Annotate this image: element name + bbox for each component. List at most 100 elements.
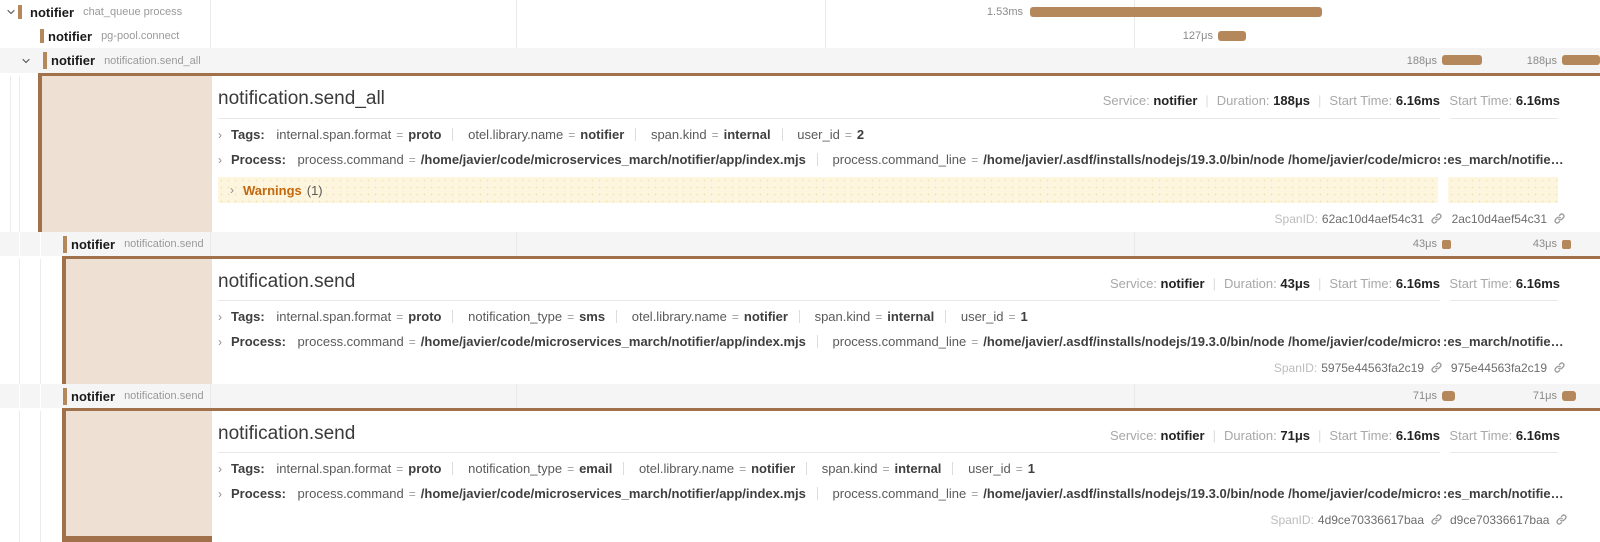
tags-accordion[interactable]: ›Tags: internal.span.format=proto notifi… — [218, 461, 1440, 480]
detail-indent-strip — [62, 411, 212, 542]
indent-guide — [40, 384, 41, 408]
grid-line — [210, 384, 211, 408]
detail-header-meta-duplicate: Start Time: 6.16ms — [1442, 93, 1560, 108]
trace-timeline-view: notifier chat_queue process 1.53ms notif… — [0, 0, 1600, 542]
detail-title: notification.send — [218, 271, 355, 293]
chevron-right-icon: › — [230, 183, 234, 197]
chevron-right-icon: › — [218, 310, 222, 324]
detail-title: notification.send_all — [218, 88, 385, 110]
span-duration-label-duplicate: 43μs — [1494, 232, 1557, 256]
operation-name: notification.send_all — [104, 55, 201, 67]
span-id: SpanID:5975e44563fa2c19 — [1000, 361, 1443, 375]
process-accordion[interactable]: ›Process: process.command=/home/javier/c… — [218, 334, 1440, 353]
chevron-down-icon[interactable] — [5, 6, 17, 18]
span-bar[interactable] — [1218, 31, 1246, 41]
indent-guide — [40, 232, 41, 256]
chevron-right-icon: › — [218, 153, 222, 167]
span-row-chat-queue-process[interactable]: notifier chat_queue process 1.53ms — [0, 0, 1600, 24]
indent-guide — [19, 384, 20, 408]
link-icon[interactable] — [1555, 513, 1568, 526]
process-accordion[interactable]: ›Process: process.command=/home/javier/c… — [218, 486, 1440, 505]
grid-line — [210, 232, 211, 256]
span-bar[interactable] — [1442, 391, 1455, 401]
chevron-right-icon: › — [218, 335, 222, 349]
detail-title: notification.send — [218, 423, 355, 445]
operation-name: notification.send — [124, 390, 204, 402]
span-bar-duplicate[interactable] — [1562, 240, 1571, 249]
detail-header-meta: Service: notifier|Duration: 188μs|Start … — [700, 93, 1440, 108]
service-color-chip — [40, 29, 44, 43]
detail-header-meta: Service: notifier|Duration: 43μs|Start T… — [700, 276, 1440, 291]
span-id: SpanID:4d9ce70336617baa — [1000, 513, 1443, 527]
process-accordion-duplicate: :es_march/notifie… — [1443, 152, 1568, 171]
span-row-notification-send-sms[interactable]: notifier notification.send 43μs 43μs — [0, 232, 1600, 256]
service-name: notifier — [48, 29, 92, 44]
operation-name: notification.send — [124, 238, 204, 250]
indent-guide — [40, 259, 41, 384]
service-color-chip — [43, 52, 47, 69]
indent-guide — [19, 411, 20, 542]
span-id: SpanID:62ac10d4aef54c31 — [1000, 212, 1443, 226]
chevron-right-icon: › — [218, 128, 222, 142]
grid-line — [516, 384, 517, 408]
indent-guide — [19, 232, 20, 256]
span-bar[interactable] — [1442, 240, 1451, 249]
span-duration-label-duplicate: 188μs — [1494, 48, 1557, 73]
link-icon[interactable] — [1553, 212, 1566, 225]
grid-line — [1134, 232, 1135, 256]
span-bar[interactable] — [1442, 55, 1482, 65]
chevron-down-icon[interactable] — [20, 55, 32, 67]
operation-name: chat_queue process — [83, 6, 182, 18]
span-row-notification-send-all[interactable]: notifier notification.send_all 188μs 188… — [0, 48, 1600, 73]
tags-accordion[interactable]: ›Tags: internal.span.format=proto otel.l… — [218, 127, 1440, 146]
operation-name: pg-pool.connect — [101, 30, 179, 42]
span-row-pg-pool-connect[interactable]: notifier pg-pool.connect 127μs — [0, 24, 1600, 48]
span-duration-label: 71μs — [1374, 384, 1437, 408]
link-icon[interactable] — [1430, 513, 1443, 526]
link-icon[interactable] — [1430, 212, 1443, 225]
indent-guide — [19, 259, 20, 384]
span-detail-panel-send-all: notification.send_all Service: notifier|… — [0, 76, 1600, 232]
process-accordion-duplicate: :es_march/notifie… — [1443, 334, 1568, 353]
detail-indent-strip — [62, 259, 212, 384]
next-span-border — [62, 536, 212, 542]
detail-header-meta-duplicate: Start Time: 6.16ms — [1442, 428, 1560, 443]
span-duration-label: 188μs — [1374, 48, 1437, 73]
span-bar-duplicate[interactable] — [1562, 55, 1600, 65]
grid-line — [516, 232, 517, 256]
span-id-duplicate: d9ce70336617baa — [1446, 513, 1566, 527]
span-row-notification-send-email[interactable]: notifier notification.send 71μs 71μs — [0, 384, 1600, 408]
service-name: notifier — [51, 53, 95, 68]
service-name: notifier — [71, 389, 115, 404]
detail-header-meta-duplicate: Start Time: 6.16ms — [1442, 276, 1560, 291]
warnings-accordion-duplicate — [1448, 177, 1558, 203]
indent-guide — [10, 76, 11, 232]
warnings-accordion[interactable]: › Warnings (1) — [218, 177, 1438, 203]
detail-header-meta: Service: notifier|Duration: 71μs|Start T… — [700, 428, 1440, 443]
service-color-chip — [18, 5, 22, 19]
header-divider — [218, 452, 1440, 453]
process-accordion[interactable]: ›Process: process.command=/home/javier/c… — [218, 152, 1440, 171]
chevron-right-icon: › — [218, 487, 222, 501]
header-divider-duplicate — [1450, 118, 1558, 119]
process-accordion-duplicate: :es_march/notifie… — [1443, 486, 1568, 505]
service-color-chip — [63, 236, 67, 253]
header-divider-duplicate — [1450, 452, 1558, 453]
service-color-chip — [63, 388, 67, 405]
detail-indent-strip — [38, 76, 212, 232]
span-detail-panel-send-email: notification.send Service: notifier|Dura… — [0, 411, 1600, 542]
service-name: notifier — [71, 237, 115, 252]
link-icon[interactable] — [1553, 361, 1566, 374]
indent-guide — [40, 411, 41, 542]
header-divider — [218, 300, 1440, 301]
span-detail-panel-send-sms: notification.send Service: notifier|Dura… — [0, 259, 1600, 384]
grid-line — [1134, 384, 1135, 408]
span-bar[interactable] — [1030, 7, 1322, 17]
service-name: notifier — [30, 5, 74, 20]
span-id-duplicate: 2ac10d4aef54c31 — [1446, 212, 1566, 226]
span-duration-label: 43μs — [1374, 232, 1437, 256]
tags-accordion[interactable]: ›Tags: internal.span.format=proto notifi… — [218, 309, 1440, 328]
link-icon[interactable] — [1430, 361, 1443, 374]
span-bar-duplicate[interactable] — [1562, 391, 1576, 401]
indent-guide — [19, 76, 20, 232]
